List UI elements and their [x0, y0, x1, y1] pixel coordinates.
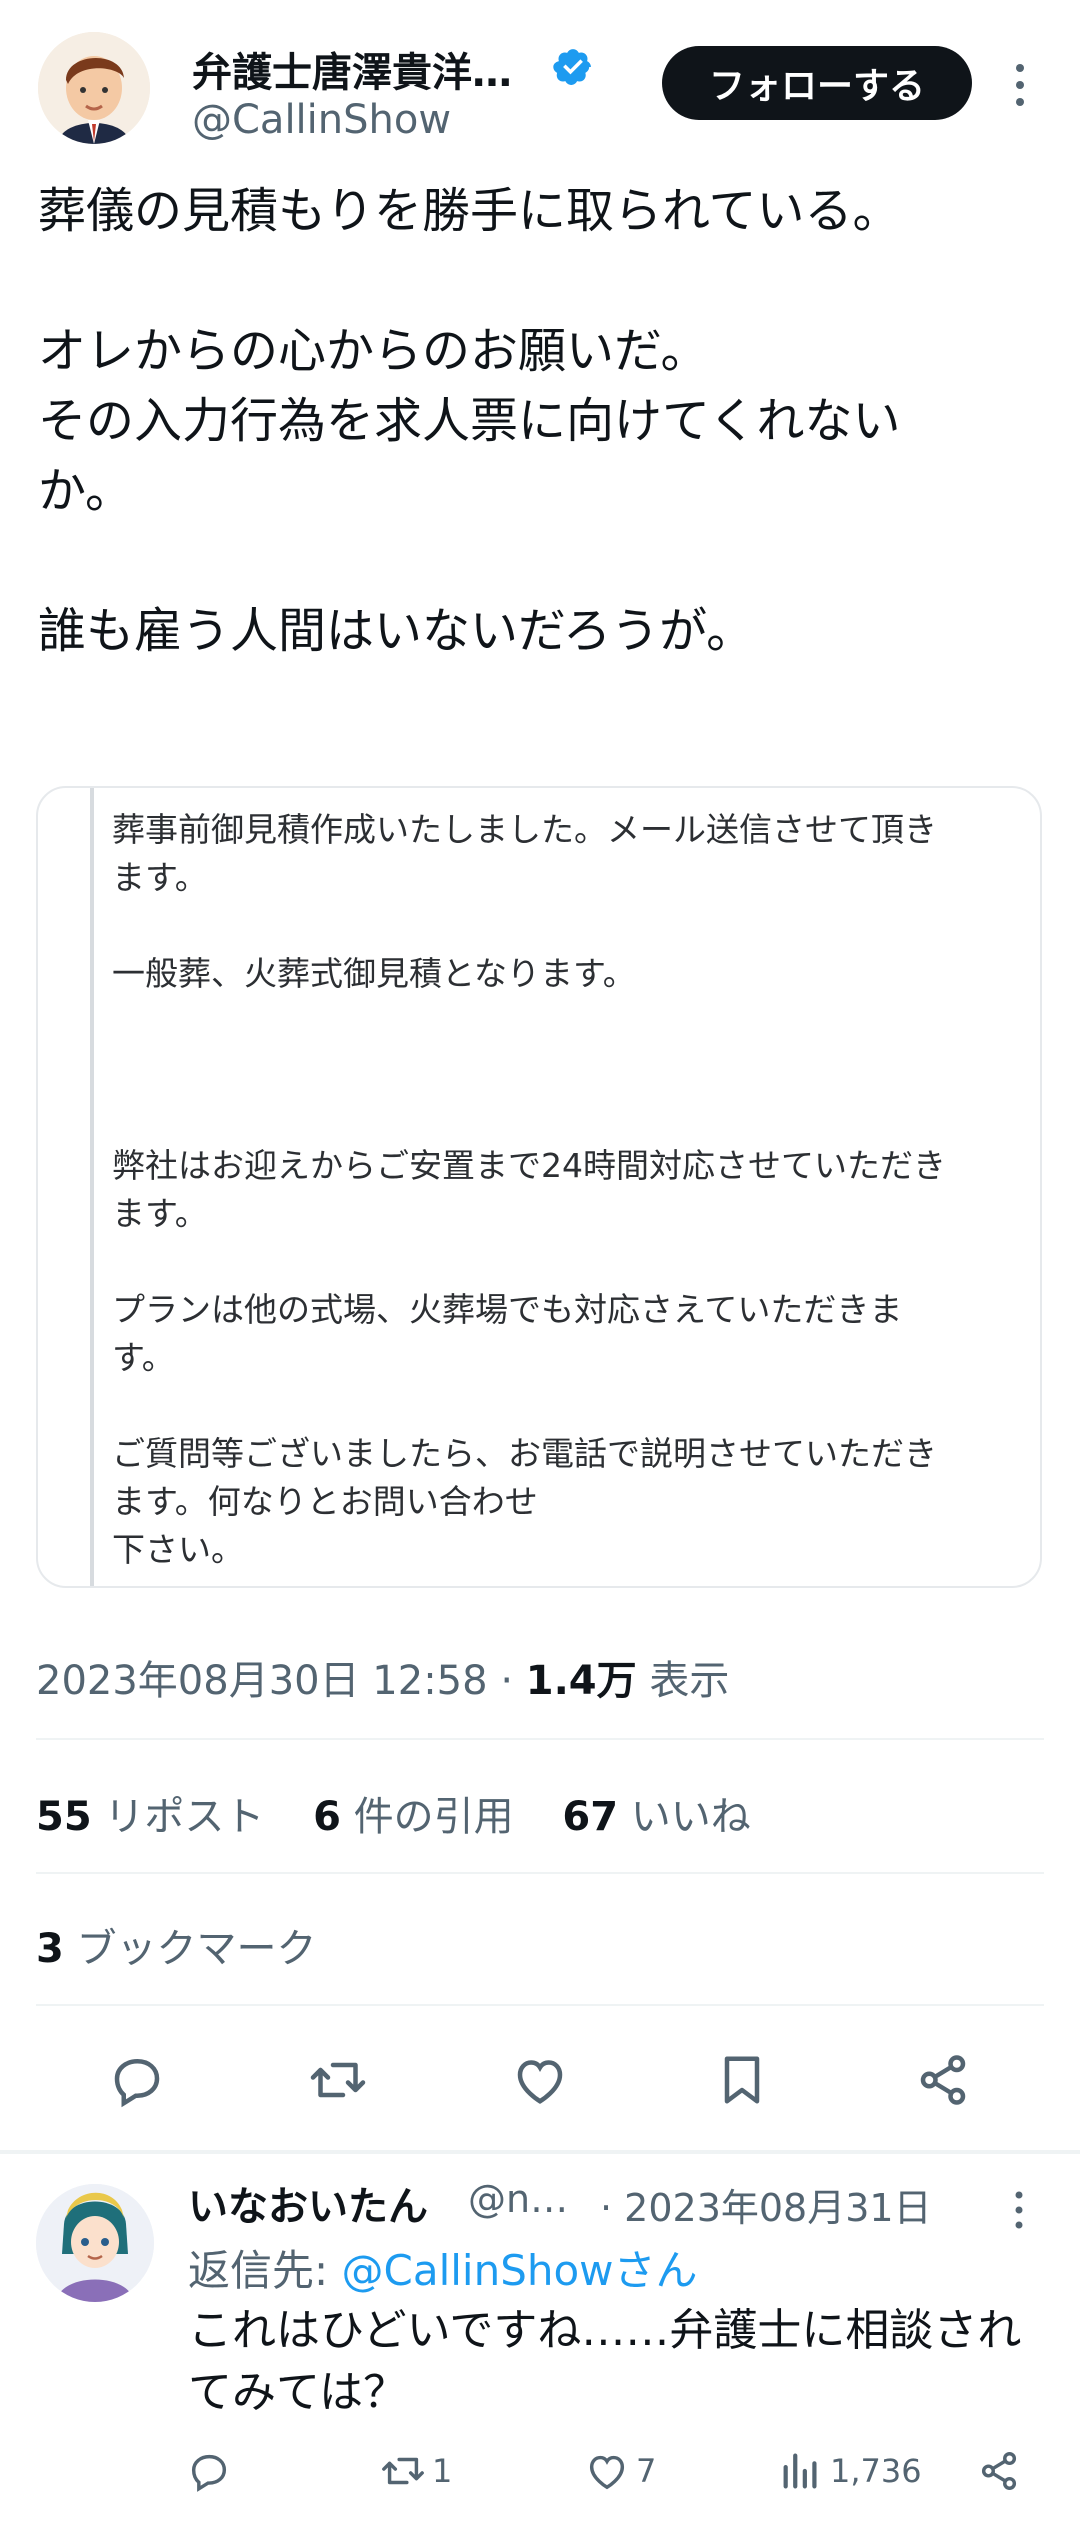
views-icon [783, 2453, 817, 2489]
reply-date[interactable]: · 2023年08月31日 [600, 2177, 932, 2232]
quote-bar [90, 788, 94, 1586]
share-icon [981, 2452, 1017, 2490]
divider [36, 1872, 1044, 1874]
verified-badge-icon [553, 49, 591, 85]
tweet-meta: 2023年08月30日 12:58 · 1.4万 表示 [36, 1648, 729, 1706]
tweet-action-bar [36, 2040, 1044, 2120]
author-display-name[interactable]: 弁護士唐澤貴洋… [192, 40, 512, 98]
reply-separator [0, 2150, 1080, 2154]
reply-icon[interactable] [107, 2050, 167, 2110]
likes-stat[interactable]: 67 いいね [562, 1794, 750, 1840]
author-avatar[interactable] [38, 32, 150, 144]
follow-button[interactable]: フォローする [662, 46, 972, 120]
author-handle[interactable]: @CallinShow [192, 97, 451, 143]
reply-views-button[interactable]: 1,736 [778, 2448, 922, 2494]
tweet-image-text: 葬事前御見積作成いたしました。メール送信させて頂き ます。 一般葬、火葬式御見積… [112, 810, 946, 1569]
bookmarks-stat[interactable]: 3 ブックマーク [36, 1916, 317, 1974]
reply-retweet-count: 1 [432, 2452, 453, 2490]
reply-icon [191, 2454, 227, 2492]
reply-like-button[interactable]: 7 [584, 2448, 656, 2494]
tweet-datetime[interactable]: 2023年08月30日 12:58 [36, 1658, 488, 1704]
bookmark-icon[interactable] [712, 2050, 772, 2110]
reply-display-name[interactable]: いなおいたん [188, 2174, 428, 2232]
more-icon[interactable] [1004, 2188, 1034, 2232]
divider [36, 1738, 1044, 1740]
tweet-image[interactable]: 葬事前御見積作成いたしました。メール送信させて頂き ます。 一般葬、火葬式御見積… [36, 786, 1042, 1588]
divider [36, 2004, 1044, 2006]
reply-to-link[interactable]: @CallinShowさん [342, 2246, 698, 2295]
like-icon[interactable] [510, 2050, 570, 2110]
more-icon[interactable] [1000, 60, 1040, 110]
tweet-text: 葬儀の見積もりを勝手に取られている。 オレからの心からのお願いだ。 その入力行為… [38, 183, 901, 659]
reply-reply-button[interactable] [186, 2448, 238, 2494]
views-label: 表示 [649, 1658, 730, 1704]
retweet-icon [382, 2457, 424, 2485]
reply-views-count: 1,736 [830, 2452, 922, 2490]
reply-avatar[interactable] [36, 2184, 154, 2302]
engagement-stats: 55 リポスト 6 件の引用 67 いいね [36, 1784, 787, 1842]
reply-handle[interactable]: @n… [468, 2177, 568, 2221]
reply-text: これはひどいですね……弁護士に相談され てみては？ [188, 2305, 1022, 2418]
reply-share-button[interactable] [976, 2448, 1028, 2494]
quotes-stat[interactable]: 6 件の引用 [313, 1794, 514, 1840]
reply-action-bar: 1 7 1,736 [180, 2448, 1040, 2508]
like-icon [589, 2455, 625, 2490]
reposts-stat[interactable]: 55 リポスト [36, 1794, 264, 1840]
meta-separator: · [500, 1658, 514, 1704]
share-icon[interactable] [913, 2050, 973, 2110]
reply-like-count: 7 [636, 2452, 657, 2490]
reply-to-line: 返信先: @CallinShowさん [188, 2246, 698, 2295]
views-count: 1.4万 [525, 1658, 637, 1704]
retweet-icon[interactable] [308, 2050, 368, 2110]
reply-retweet-button[interactable]: 1 [380, 2448, 452, 2494]
